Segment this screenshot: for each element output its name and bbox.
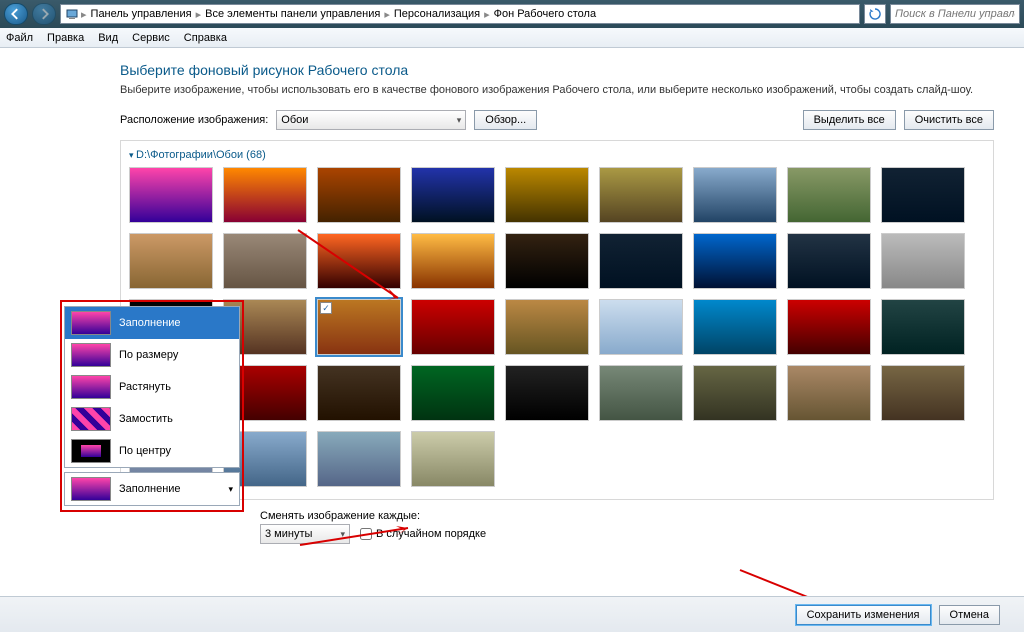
position-current-dropdown[interactable]: Заполнение: [64, 472, 240, 506]
wallpaper-thumb[interactable]: [599, 365, 683, 421]
position-fill[interactable]: Заполнение: [65, 307, 239, 339]
wallpaper-thumb[interactable]: [411, 365, 495, 421]
wallpaper-thumb[interactable]: [599, 299, 683, 355]
position-fit[interactable]: По размеру: [65, 339, 239, 371]
menu-help[interactable]: Справка: [184, 32, 227, 44]
wallpaper-thumb[interactable]: [317, 431, 401, 487]
wallpaper-thumb[interactable]: [317, 167, 401, 223]
position-center[interactable]: По центру: [65, 435, 239, 467]
back-button[interactable]: [4, 3, 28, 25]
position-popup-annotation: Заполнение По размеру Растянуть Замостит…: [60, 300, 244, 512]
page-subtitle: Выберите изображение, чтобы использовать…: [120, 84, 994, 96]
position-stretch[interactable]: Растянуть: [65, 371, 239, 403]
gallery: D:\Фотографии\Обои (68) ✓: [120, 140, 994, 500]
wallpaper-thumb[interactable]: [787, 365, 871, 421]
titlebar: ▸ Панель управления▸ Все элементы панели…: [0, 0, 1024, 28]
wallpaper-thumb[interactable]: [599, 167, 683, 223]
location-label: Расположение изображения:: [120, 114, 268, 126]
forward-button[interactable]: [32, 3, 56, 25]
wallpaper-thumb[interactable]: [693, 167, 777, 223]
location-row: Расположение изображения: Обои Обзор... …: [120, 110, 994, 130]
wallpaper-thumb[interactable]: [787, 167, 871, 223]
wallpaper-thumb[interactable]: [411, 167, 495, 223]
change-label: Сменять изображение каждые:: [260, 510, 420, 522]
wallpaper-thumb[interactable]: [317, 365, 401, 421]
wallpaper-thumb[interactable]: [599, 233, 683, 289]
wallpaper-thumb[interactable]: [505, 299, 589, 355]
wallpaper-thumb[interactable]: [881, 233, 965, 289]
crumb-3[interactable]: Фон Рабочего стола: [492, 8, 599, 20]
save-button[interactable]: Сохранить изменения: [796, 605, 931, 625]
position-tile[interactable]: Замостить: [65, 403, 239, 435]
refresh-button[interactable]: [864, 4, 886, 24]
wallpaper-thumb[interactable]: [693, 299, 777, 355]
menu-edit[interactable]: Правка: [47, 32, 84, 44]
location-dropdown[interactable]: Обои: [276, 110, 466, 130]
wallpaper-thumb[interactable]: [317, 233, 401, 289]
interval-dropdown[interactable]: 3 минуты: [260, 524, 350, 544]
wallpaper-thumb[interactable]: [505, 167, 589, 223]
wallpaper-thumb[interactable]: [411, 299, 495, 355]
wallpaper-thumb[interactable]: [787, 233, 871, 289]
page-title: Выберите фоновый рисунок Рабочего стола: [120, 62, 994, 78]
group-title[interactable]: D:\Фотографии\Обои (68): [129, 149, 985, 161]
menu-tools[interactable]: Сервис: [132, 32, 170, 44]
wallpaper-thumb[interactable]: [787, 299, 871, 355]
position-popup: Заполнение По размеру Растянуть Замостит…: [64, 306, 240, 468]
breadcrumb[interactable]: ▸ Панель управления▸ Все элементы панели…: [60, 4, 860, 24]
wallpaper-thumb[interactable]: [411, 233, 495, 289]
wallpaper-thumb[interactable]: [881, 299, 965, 355]
wallpaper-thumb[interactable]: [505, 233, 589, 289]
check-icon: ✓: [320, 302, 332, 314]
search-input[interactable]: [890, 4, 1020, 24]
wallpaper-thumb[interactable]: [881, 365, 965, 421]
wallpaper-thumb[interactable]: [129, 233, 213, 289]
wallpaper-thumb[interactable]: ✓: [317, 299, 401, 355]
shuffle-checkbox[interactable]: В случайном порядке: [360, 528, 486, 540]
wallpaper-thumb[interactable]: [223, 167, 307, 223]
menu-view[interactable]: Вид: [98, 32, 118, 44]
cancel-button[interactable]: Отмена: [939, 605, 1000, 625]
browse-button[interactable]: Обзор...: [474, 110, 537, 130]
wallpaper-thumb[interactable]: [223, 233, 307, 289]
wallpaper-thumb[interactable]: [881, 167, 965, 223]
crumb-0[interactable]: Панель управления: [89, 8, 194, 20]
menubar: Файл Правка Вид Сервис Справка: [0, 28, 1024, 48]
thumbnails: ✓: [129, 167, 985, 487]
computer-icon: [65, 7, 79, 21]
wallpaper-thumb[interactable]: [693, 365, 777, 421]
wallpaper-thumb[interactable]: [505, 365, 589, 421]
menu-file[interactable]: Файл: [6, 32, 33, 44]
clear-all-button[interactable]: Очистить все: [904, 110, 994, 130]
wallpaper-thumb[interactable]: [693, 233, 777, 289]
bottom-controls: Сменять изображение каждые:: [120, 510, 994, 522]
crumb-2[interactable]: Персонализация: [392, 8, 482, 20]
wallpaper-thumb[interactable]: [129, 167, 213, 223]
wallpaper-thumb[interactable]: [411, 431, 495, 487]
select-all-button[interactable]: Выделить все: [803, 110, 896, 130]
crumb-1[interactable]: Все элементы панели управления: [203, 8, 382, 20]
footer: Сохранить изменения Отмена: [0, 596, 1024, 632]
